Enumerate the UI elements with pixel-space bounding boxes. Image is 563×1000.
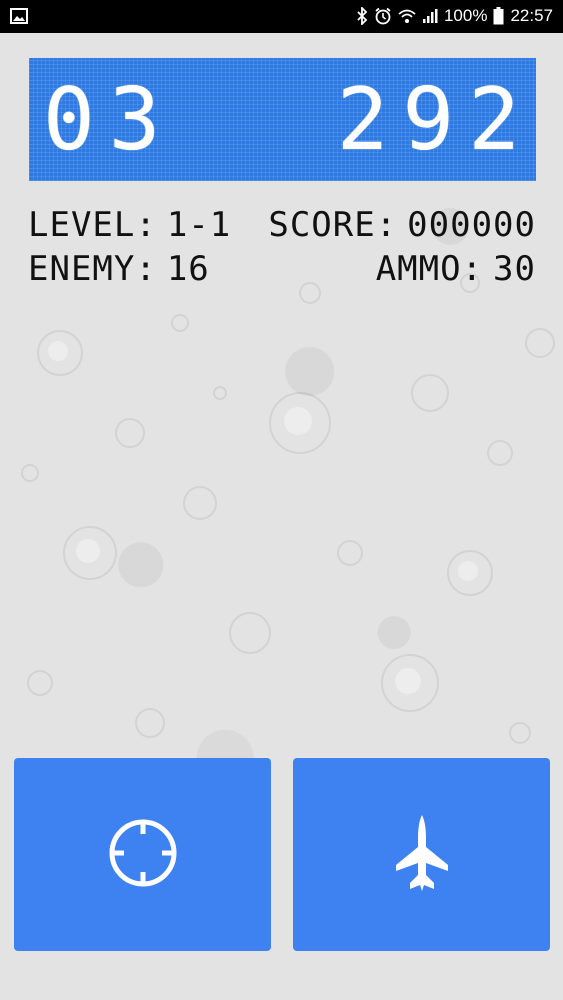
battery-icon	[493, 7, 504, 25]
enemy-value: 16	[166, 249, 210, 289]
enemy-label: ENEMY:	[28, 249, 157, 289]
signal-icon	[422, 8, 438, 24]
ammo-label: AMMO:	[375, 249, 484, 289]
status-bar: 100% 22:57	[0, 0, 563, 33]
level-stat: LEVEL: 1-1	[28, 206, 231, 244]
battery-percent: 100%	[443, 6, 488, 25]
lcd-display-panel: 03 292	[29, 58, 536, 181]
level-value: 1-1	[166, 205, 232, 245]
level-label: LEVEL:	[28, 205, 157, 245]
bluetooth-icon	[356, 7, 368, 25]
crosshair-icon	[107, 817, 179, 893]
ammo-stat: AMMO: 30	[376, 250, 536, 288]
lcd-right-counter: 292	[336, 70, 534, 170]
wifi-icon	[398, 7, 416, 25]
fire-button[interactable]	[293, 758, 550, 951]
lcd-left-counter: 03	[43, 70, 175, 170]
fighter-jet-icon	[394, 813, 450, 897]
alarm-icon	[374, 7, 392, 25]
score-stat: SCORE: 000000	[268, 206, 536, 244]
score-label: SCORE:	[268, 205, 398, 245]
enemy-stat: ENEMY: 16	[28, 250, 210, 288]
image-icon	[10, 8, 28, 24]
score-value: 000000	[407, 205, 536, 245]
aim-button[interactable]	[14, 758, 271, 951]
ammo-value: 30	[493, 249, 536, 289]
clock-time: 22:57	[510, 6, 553, 25]
